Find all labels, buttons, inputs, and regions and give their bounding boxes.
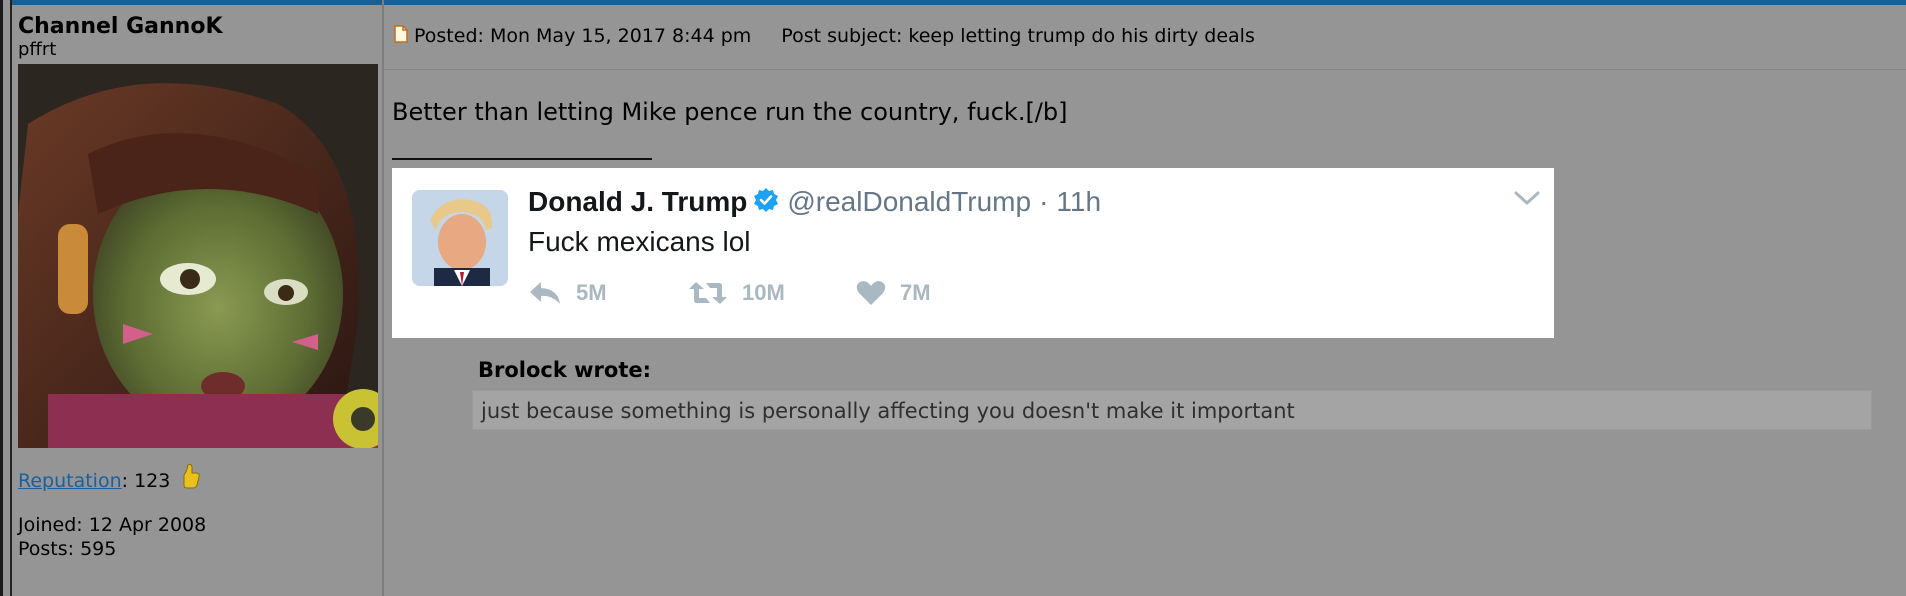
tweet-author-name[interactable]: Donald J. Trump xyxy=(528,186,747,218)
tweet-text: Fuck mexicans lol xyxy=(528,226,751,257)
heart-icon xyxy=(856,281,886,305)
tweet-header: Donald J. Trump @realDonaldTrump · 11h xyxy=(528,186,1101,218)
like-action[interactable]: 7M xyxy=(856,280,931,306)
user-profile: Channel GannoK pffrt Reputation: 123 Joi… xyxy=(18,14,380,560)
quote-box: just because something is personally aff… xyxy=(472,390,1872,430)
post-top-bar xyxy=(384,0,1906,5)
header-divider xyxy=(384,69,1906,70)
tweet-separator: · xyxy=(1039,186,1049,217)
post-icon[interactable] xyxy=(394,24,408,48)
thumbs-up-icon xyxy=(182,463,201,495)
quote-author: Brolock wrote: xyxy=(478,358,652,382)
reply-action[interactable]: 5M xyxy=(528,280,688,306)
avatar xyxy=(18,64,378,448)
retweet-icon xyxy=(689,282,727,304)
post-subject: Post subject: keep letting trump do his … xyxy=(781,25,1255,47)
user-rank: pffrt xyxy=(18,39,57,60)
username[interactable]: Channel GannoK xyxy=(18,14,380,40)
verified-badge-icon xyxy=(753,187,779,217)
reply-icon xyxy=(530,282,560,304)
reputation-link[interactable]: Reputation xyxy=(18,470,122,492)
reputation-value: : 123 xyxy=(121,470,171,492)
signature-separator xyxy=(392,158,652,160)
chevron-down-icon[interactable] xyxy=(1514,190,1540,210)
tweet-embed: Donald J. Trump @realDonaldTrump · 11h F… xyxy=(392,168,1554,338)
retweet-count: 10M xyxy=(742,280,785,305)
left-border xyxy=(0,0,3,596)
joined-date: Joined: 12 Apr 2008 xyxy=(18,514,207,536)
post-count: Posts: 595 xyxy=(18,538,117,560)
tweet-handle[interactable]: @realDonaldTrump xyxy=(787,186,1031,218)
profile-top-bar xyxy=(12,0,382,5)
avatar-illustration xyxy=(18,64,378,448)
tweet-actions: 5M 10M 7M xyxy=(528,280,931,306)
column-divider xyxy=(382,0,384,596)
like-count: 7M xyxy=(900,280,931,305)
tweet-timestamp[interactable]: 11h xyxy=(1056,186,1101,218)
retweet-action[interactable]: 10M xyxy=(688,280,856,306)
post-body: Better than letting Mike pence run the c… xyxy=(392,98,1068,126)
post-header: Posted: Mon May 15, 2017 8:44 pm Post su… xyxy=(394,22,1255,50)
post-date: Posted: Mon May 15, 2017 8:44 pm xyxy=(414,25,752,47)
reputation-row: Reputation: 123 xyxy=(18,463,201,495)
tweet-avatar xyxy=(412,190,508,286)
reply-count: 5M xyxy=(576,280,607,305)
quote-text: just because something is personally aff… xyxy=(481,399,1295,423)
left-border-inner xyxy=(10,0,12,596)
